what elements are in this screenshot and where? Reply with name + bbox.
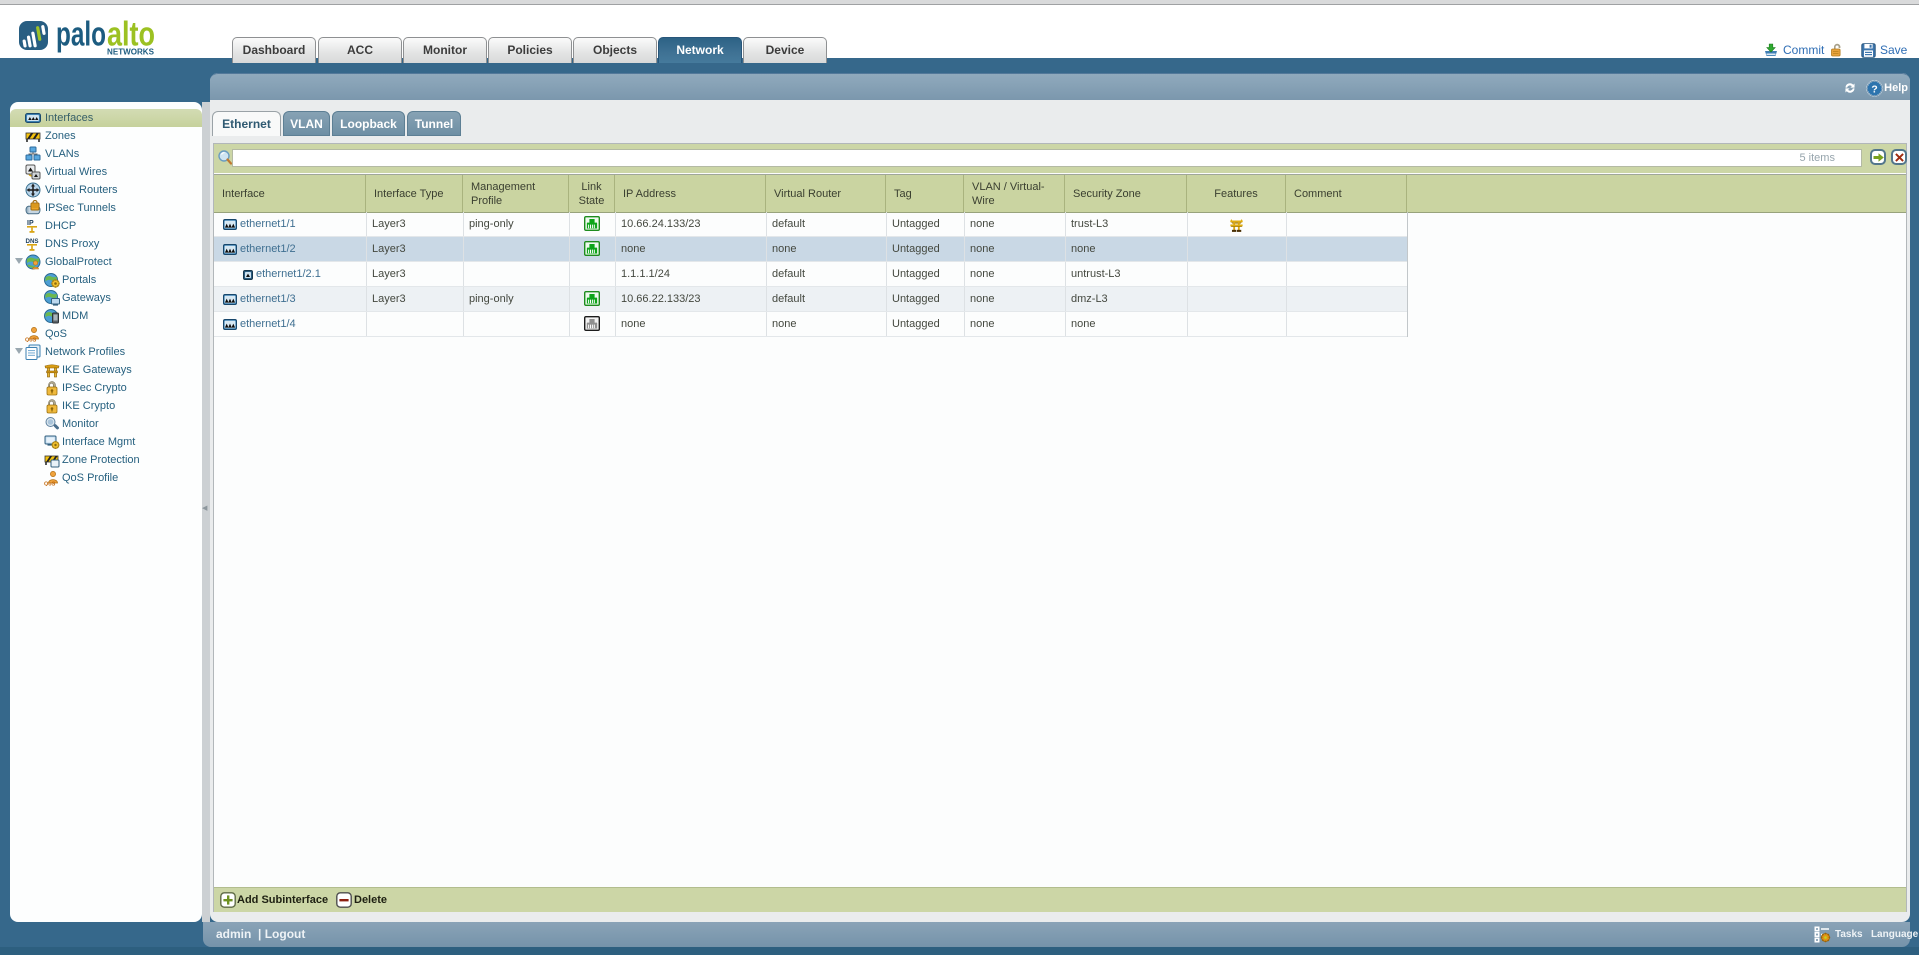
svg-text:QoS: QoS xyxy=(25,338,37,343)
svg-text:IP: IP xyxy=(27,220,34,227)
svg-text:DNS: DNS xyxy=(26,238,39,245)
svg-text:?: ? xyxy=(1871,84,1877,95)
svg-text:QoS: QoS xyxy=(44,482,56,487)
